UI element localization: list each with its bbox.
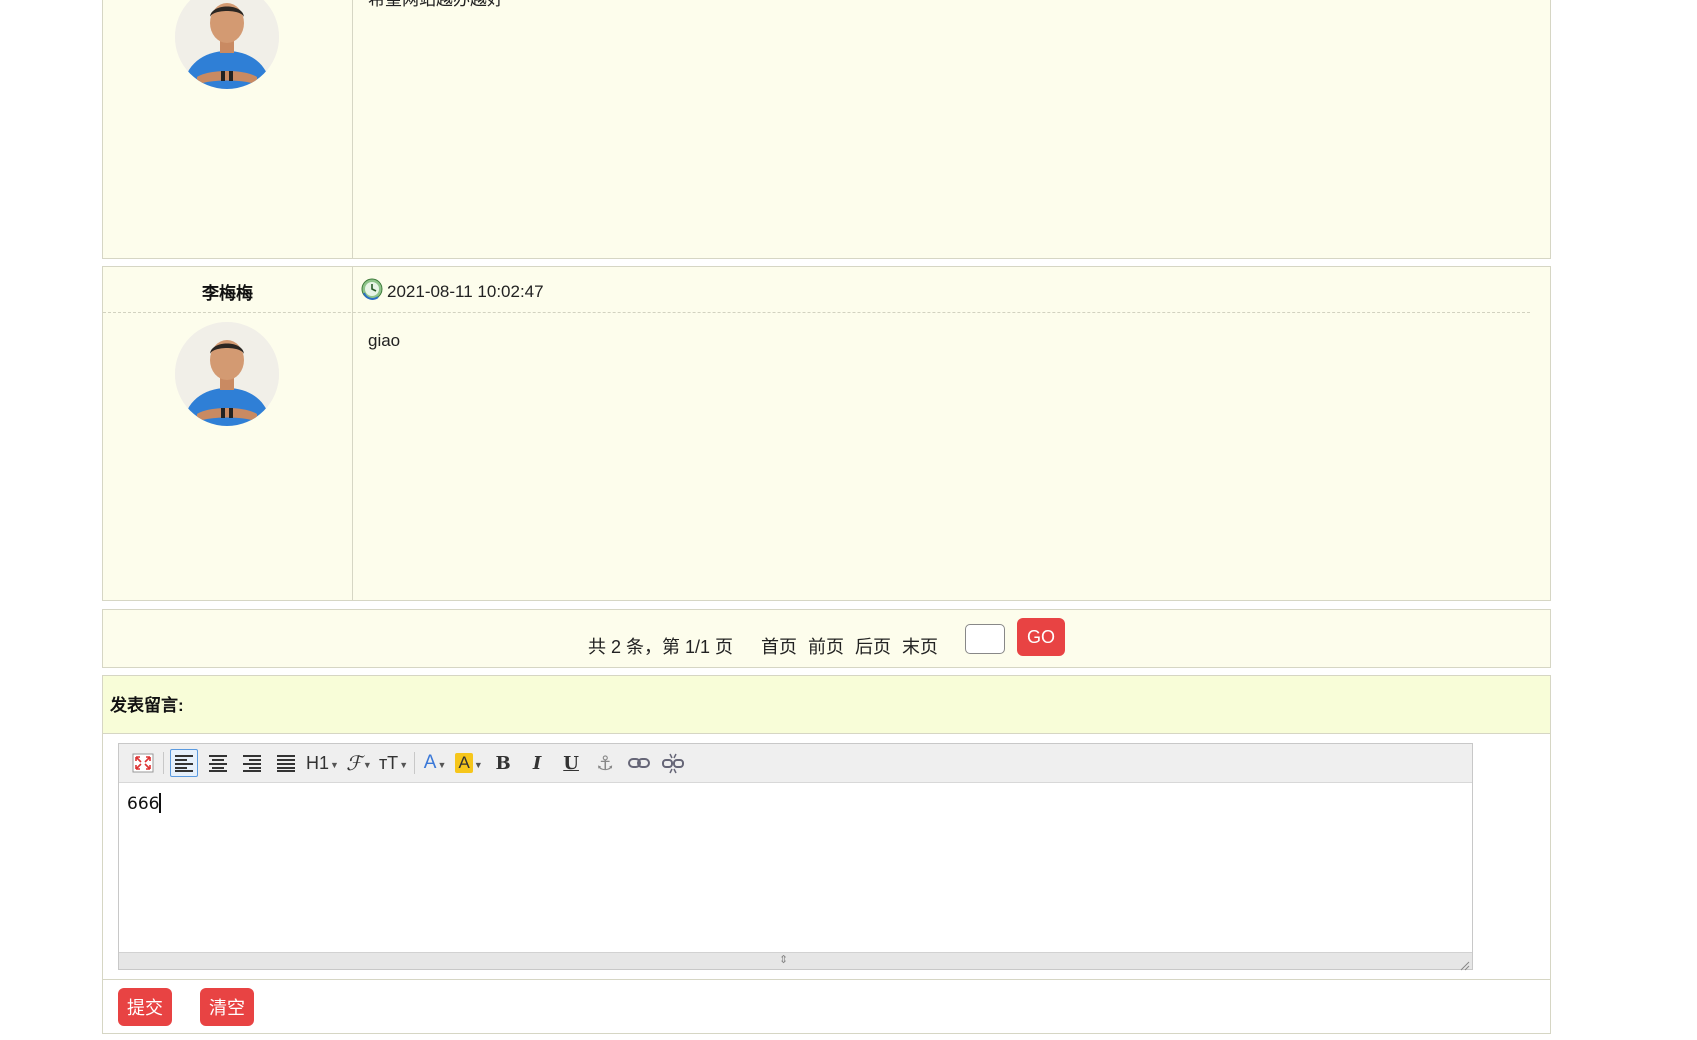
anchor-icon[interactable]: ⚓ [591, 749, 619, 777]
script-f-icon: ℱ [346, 751, 362, 775]
editor-text: 666 [127, 794, 160, 814]
align-right-icon[interactable] [238, 749, 266, 777]
editor-toolbar: H1 ▼ ℱ ▼ тT ▼ A ▼ A ▼ B I U ⚓ [119, 744, 1472, 783]
last-page-link[interactable]: 末页 [902, 637, 938, 657]
font-color-label: A [423, 752, 437, 773]
go-button[interactable]: GO [1017, 618, 1065, 656]
underline-label: U [563, 752, 579, 774]
comment-meta: 2021-08-11 10:02:47 [361, 278, 544, 305]
fullscreen-icon[interactable] [129, 749, 157, 777]
align-center-icon[interactable] [204, 749, 232, 777]
font-size-label: тT [378, 752, 399, 773]
toolbar-separator [163, 752, 164, 774]
comment-content: giao [368, 331, 401, 350]
prev-page-link[interactable]: 前页 [808, 637, 844, 657]
clock-icon [361, 278, 383, 305]
post-actions: 提交 清空 [103, 979, 1550, 1034]
toolbar-separator [414, 752, 416, 774]
pagination-summary: 共 2 条，第 1/1 页 [588, 637, 734, 657]
pagination-links: 首页 前页 后页 末页 [761, 633, 944, 659]
comment-time: 2021-08-11 10:02:47 [387, 281, 544, 301]
font-color-icon[interactable]: A ▼ [421, 749, 449, 777]
rich-text-editor: H1 ▼ ℱ ▼ тT ▼ A ▼ A ▼ B I U ⚓ 666 ⇕ [118, 743, 1473, 971]
bold-icon[interactable]: B [489, 749, 517, 777]
highlight-color-icon[interactable]: A ▼ [455, 749, 483, 777]
avatar [175, 322, 279, 426]
resize-corner-icon [1460, 958, 1470, 971]
page-number-input[interactable] [965, 624, 1005, 654]
clear-button[interactable]: 清空 [200, 988, 254, 1026]
chevron-down-icon: ▼ [473, 760, 483, 770]
comment-author-column [103, 0, 353, 258]
comment-divider [103, 312, 1530, 313]
comment-block: 李梅梅 2021-08-11 10:02:47 giao [102, 266, 1551, 601]
italic-icon[interactable]: I [523, 749, 551, 777]
link-icon[interactable] [625, 749, 653, 777]
comment-block: 希望网站越办越好 [102, 0, 1551, 259]
chevron-down-icon: ▼ [330, 760, 339, 770]
editor-content-area[interactable]: 666 [119, 783, 1472, 952]
font-family-icon[interactable]: ℱ ▼ [345, 749, 373, 777]
post-message-panel: 发表留言: H1 ▼ ℱ ▼ тT ▼ A ▼ A ▼ B I U ⚓ 666 … [102, 675, 1551, 1034]
first-page-link[interactable]: 首页 [761, 637, 797, 657]
chevron-down-icon: ▼ [399, 760, 409, 770]
text-cursor [159, 793, 162, 813]
chevron-down-icon: ▼ [362, 760, 372, 770]
bold-label: B [495, 752, 511, 774]
underline-icon[interactable]: U [557, 749, 585, 777]
editor-resize-handle[interactable]: ⇕ [119, 952, 1472, 971]
avatar [175, 0, 279, 89]
highlight-label: A [455, 753, 473, 773]
align-left-icon[interactable] [170, 749, 198, 777]
heading-icon[interactable]: H1 ▼ [306, 749, 339, 777]
align-justify-icon[interactable] [272, 749, 300, 777]
font-size-icon[interactable]: тT ▼ [379, 749, 408, 777]
anchor-glyph: ⚓ [596, 752, 615, 775]
post-header: 发表留言: [103, 676, 1550, 734]
comment-author-column: 李梅梅 [103, 267, 353, 600]
chevron-down-icon: ▼ [437, 760, 447, 770]
next-page-link[interactable]: 后页 [855, 637, 891, 657]
resize-drag-icon: ⇕ [779, 954, 789, 966]
heading-label: H1 [306, 752, 330, 773]
submit-button[interactable]: 提交 [118, 988, 172, 1026]
unlink-icon[interactable] [659, 749, 687, 777]
comment-content: 希望网站越办越好 [368, 0, 504, 10]
pagination-bar: 共 2 条，第 1/1 页 首页 前页 后页 末页 GO [102, 609, 1551, 668]
italic-label: I [532, 752, 542, 774]
comment-author: 李梅梅 [202, 284, 253, 303]
